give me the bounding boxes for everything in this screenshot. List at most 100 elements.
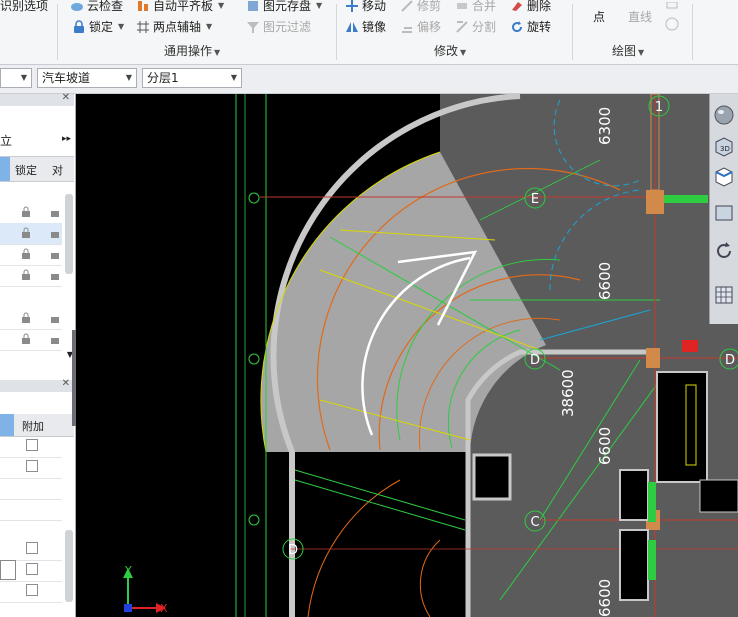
delete-button[interactable]: 删除 [510,0,551,14]
table-row[interactable] [0,457,62,479]
rotate-button[interactable]: 旋转 [510,18,551,35]
left-panel: ✕ 立 ▸▸ 锁定 对 ▼ ✕ 附加 [0,92,76,617]
table-row[interactable] [0,581,62,603]
column-selector[interactable] [0,157,10,181]
dimension-text: 38600 [559,369,577,417]
ucs-y-label: Y [124,564,132,577]
draw-tool-icon[interactable] [664,2,680,38]
two-point-axis-button[interactable]: 两点辅轴 ▼ [136,18,212,35]
wall-segment [648,540,656,580]
move-button[interactable]: 移动 [345,0,386,14]
front-view-icon[interactable] [713,202,735,224]
property-table-header: 锁定 对 [0,156,74,182]
top-view-icon[interactable] [713,166,735,188]
dimension-text: 6300 [596,107,614,145]
expand-icon[interactable]: ▸▸ [62,134,71,144]
trim-button[interactable]: 修剪 [400,0,441,14]
lock-icon[interactable] [50,333,60,344]
recognition-options-button[interactable]: 识别选项 [0,0,48,14]
point-button[interactable]: 点 [593,8,605,25]
align-slab-icon [138,0,148,11]
table-row[interactable] [0,329,62,351]
draw-group-title[interactable]: 绘图 ▼ [612,42,644,59]
checkbox[interactable] [26,460,38,472]
checkbox[interactable] [26,542,38,554]
grid-view-icon[interactable] [713,284,735,306]
column-selector[interactable] [0,414,14,436]
scrollbar[interactable] [65,194,73,274]
scrollbar[interactable] [65,530,73,602]
merge-button[interactable]: 合并 [455,0,496,14]
floor-select[interactable]: ▼ [0,68,32,88]
trim-label: 修剪 [417,0,442,13]
checkbox[interactable] [26,584,38,596]
split-button[interactable]: 分割 [455,18,496,35]
save-element-button[interactable]: 图元存盘 ▼ [246,0,322,14]
ramp-curve [307,479,401,617]
lock-icon[interactable] [50,269,60,280]
layer-select[interactable]: 分层1 ▼ [142,68,242,88]
ramp-curve [419,539,441,617]
stair-room [656,371,708,483]
dropdown-arrow-icon: ▼ [316,1,323,10]
table-row[interactable] [0,560,62,582]
element-filter-button[interactable]: 图元过滤 [246,18,311,35]
modify-group-title[interactable]: 修改 ▼ [434,42,466,59]
table-row[interactable] [0,202,62,224]
close-icon[interactable]: ✕ [62,378,70,389]
dropdown-arrow-icon: ▼ [206,22,213,31]
checkbox[interactable] [26,563,38,575]
common-ops-group-title[interactable]: 通用操作 ▼ [164,42,220,59]
lock-button[interactable]: 锁定 ▼ [72,18,124,35]
sphere-view-icon[interactable] [713,104,735,126]
view-toolbar: 3D [709,94,738,324]
table-row[interactable] [0,244,62,266]
lock-icon[interactable] [21,269,31,280]
lock-icon[interactable] [21,227,31,238]
ribbon: 识别选项 云检查 自动平齐板 ▼ 图元存盘 ▼ 锁定 ▼ 两点辅轴 ▼ 图元过滤 通用操… [0,0,738,65]
lock-icon[interactable] [50,206,60,217]
table-row[interactable] [0,265,62,287]
svg-text:D: D [530,353,540,368]
element-type-select[interactable]: 汽车坡道 ▼ [37,68,137,88]
svg-text:D: D [288,543,298,558]
column-header-fragment: 对 [52,164,63,177]
element-type-value: 汽车坡道 [42,71,91,85]
table-row[interactable] [0,308,62,330]
selector-bar: ▼ 汽车坡道 ▼ 分层1 ▼ [0,65,738,94]
layer-value: 分层1 [147,71,179,85]
lock-icon[interactable] [21,312,31,323]
offset-label: 偏移 [417,20,442,34]
svg-text:C: C [530,515,539,530]
auto-align-slab-button[interactable]: 自动平齐板 ▼ [136,0,224,14]
lock-icon[interactable] [21,206,31,217]
3d-view-icon[interactable]: 3D [713,136,735,158]
mirror-button[interactable]: 镜像 [345,18,386,35]
table-row[interactable] [0,223,62,245]
svg-text:1: 1 [655,100,663,115]
rotate-icon[interactable] [713,240,735,262]
cad-canvas[interactable]: 1 E D D C D 6300 6600 38600 6600 6600 Y … [76,94,738,617]
delete-label: 删除 [527,0,552,13]
offset-button[interactable]: 偏移 [400,18,441,35]
table-row[interactable] [0,499,62,521]
close-icon[interactable]: ✕ [62,92,70,103]
column [646,190,664,214]
lock-icon[interactable] [50,227,60,238]
move-label: 移动 [362,0,387,13]
row-editor[interactable] [0,560,16,580]
merge-icon [457,2,467,9]
split-icon [456,20,468,33]
lock-icon[interactable] [50,312,60,323]
point-label: 点 [593,10,606,24]
lock-icon[interactable] [21,248,31,259]
lock-icon[interactable] [21,333,31,344]
filter-icon [247,21,259,33]
line-button[interactable]: 直线 [628,8,652,25]
lock-icon[interactable] [50,248,60,259]
cloud-check-button[interactable]: 云检查 [70,0,123,14]
table-row[interactable] [0,478,62,500]
table-row[interactable] [0,436,62,458]
checkbox[interactable] [26,439,38,451]
table-row[interactable] [0,539,62,561]
